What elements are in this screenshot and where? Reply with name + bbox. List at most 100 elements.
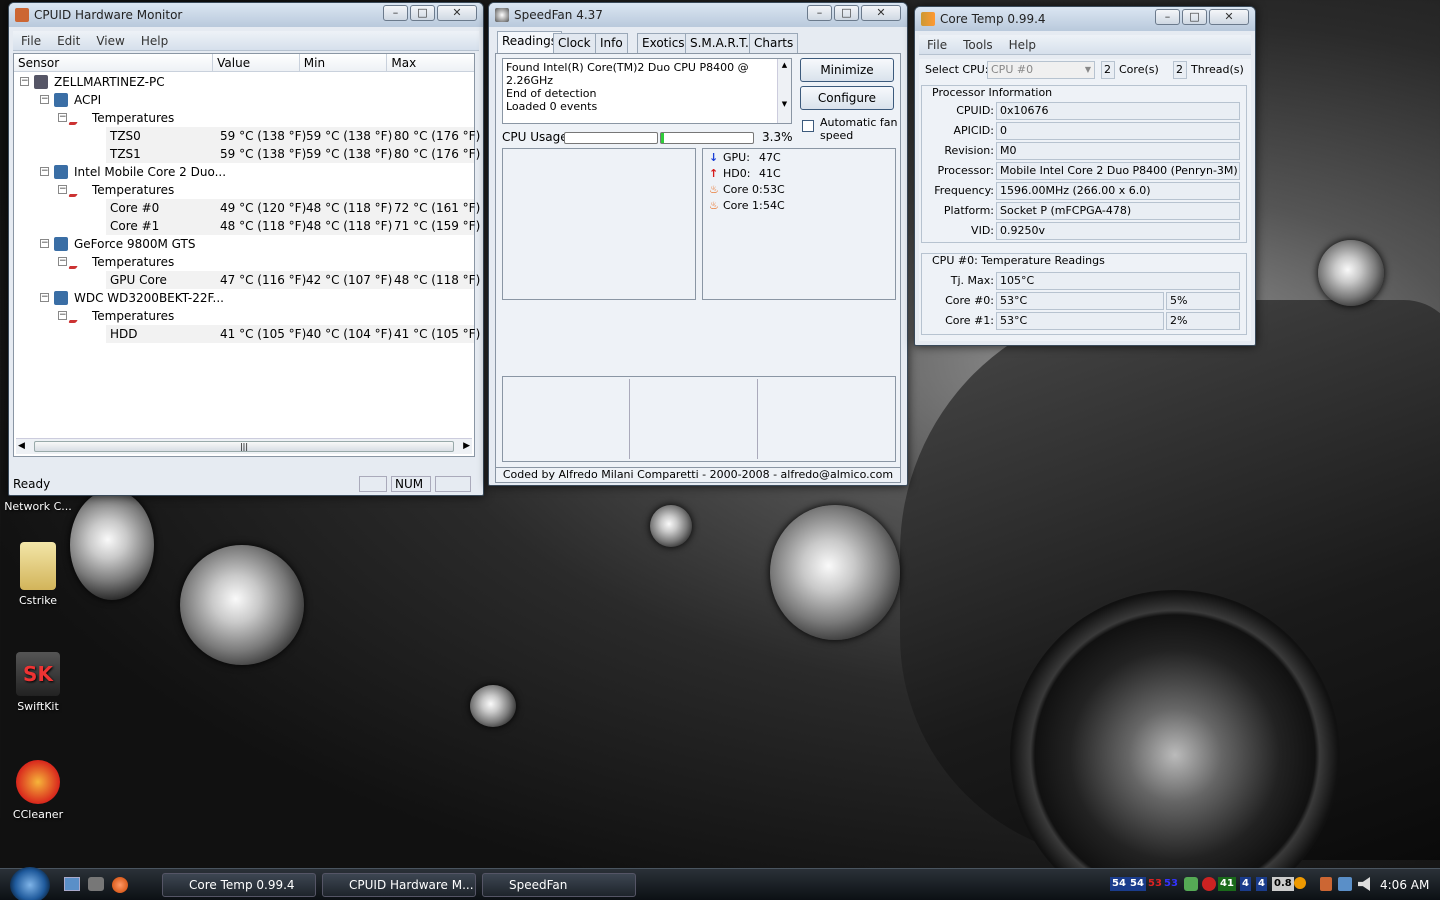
tree-node[interactable]: − WDC WD3200BEKT-22F... xyxy=(14,289,474,307)
taskbar-item-hwmonitor[interactable]: CPUID Hardware M... xyxy=(322,873,476,897)
tray-temp[interactable]: 41 xyxy=(1218,877,1236,891)
hwmonitor-titlebar[interactable]: CPUID Hardware Monitor – □ ✕ xyxy=(9,3,483,27)
wallpaper-foglamp xyxy=(650,505,692,547)
tray-load[interactable]: 0.8 xyxy=(1272,877,1294,891)
column-sensor[interactable]: Sensor xyxy=(14,54,214,71)
menu-tools[interactable]: Tools xyxy=(963,38,993,52)
event-log[interactable]: Found Intel(R) Core(TM)2 Duo CPU P8400 @… xyxy=(502,58,792,124)
ccleaner-icon xyxy=(16,760,60,804)
app-tray-icon[interactable] xyxy=(1320,877,1332,891)
network-tray-icon[interactable] xyxy=(1184,877,1198,891)
steam-icon[interactable] xyxy=(88,877,104,891)
collapse-toggle[interactable]: − xyxy=(40,293,49,302)
taskbar-clock[interactable]: 4:06 AM xyxy=(1380,878,1429,892)
tree-node[interactable]: − ZELLMARTINEZ-PC xyxy=(14,73,474,91)
column-value[interactable]: Value xyxy=(213,54,300,71)
minimize-button[interactable]: – xyxy=(383,5,408,21)
minimize-button[interactable]: – xyxy=(1155,9,1180,25)
auto-fan-label: Automatic fan speed xyxy=(820,116,898,142)
menu-view[interactable]: View xyxy=(96,34,124,48)
cpu-select[interactable]: CPU #0 ▼ xyxy=(987,61,1095,79)
tab-exotics[interactable]: Exotics xyxy=(637,33,690,53)
collapse-toggle[interactable]: − xyxy=(40,167,49,176)
column-max[interactable]: Max xyxy=(387,54,474,71)
maximize-button[interactable]: □ xyxy=(410,5,435,21)
menu-file[interactable]: File xyxy=(21,34,41,48)
taskbar-item-speedfan[interactable]: SpeedFan xyxy=(482,873,636,897)
tab-smart[interactable]: S.M.A.R.T. xyxy=(685,33,754,53)
show-desktop-icon[interactable] xyxy=(64,877,80,891)
tab-clock[interactable]: Clock xyxy=(553,33,596,53)
collapse-toggle[interactable]: − xyxy=(58,257,67,266)
configure-button[interactable]: Configure xyxy=(800,86,894,110)
collapse-toggle[interactable]: − xyxy=(58,311,67,320)
network-tray-icon[interactable] xyxy=(1338,877,1352,891)
minimize-app-button[interactable]: Minimize xyxy=(800,58,894,82)
firefox-icon[interactable] xyxy=(112,877,128,893)
menu-help[interactable]: Help xyxy=(1009,38,1036,52)
menu-help[interactable]: Help xyxy=(141,34,168,48)
sensor-reading-row[interactable]: HDD 41 °C (105 °F) 40 °C (104 °F) 41 °C (10… xyxy=(106,325,480,343)
cpuid-icon xyxy=(15,8,29,22)
sensor-reading-row[interactable]: TZS1 59 °C (138 °F) 59 °C (138 °F) 80 °C (1… xyxy=(106,145,480,163)
scroll-thumb[interactable]: ||| xyxy=(34,441,454,452)
tree-node[interactable]: − ACPI xyxy=(14,91,474,109)
volume-icon[interactable] xyxy=(1358,877,1370,891)
tray-load[interactable]: 4 xyxy=(1256,877,1267,891)
hwmonitor-tray-icon[interactable] xyxy=(1202,877,1216,891)
menu-edit[interactable]: Edit xyxy=(57,34,80,48)
tree-node[interactable]: − Temperatures xyxy=(14,253,474,271)
tab-charts[interactable]: Charts xyxy=(749,33,799,53)
minimize-button[interactable]: – xyxy=(807,5,832,21)
sensor-reading-row[interactable]: Core #0 49 °C (120 °F) 48 °C (118 °F) 72 °C… xyxy=(106,199,480,217)
warning-tray-icon[interactable] xyxy=(1294,877,1306,889)
device-icon xyxy=(54,93,68,107)
close-button[interactable]: ✕ xyxy=(861,5,901,21)
tray-load[interactable]: 4 xyxy=(1240,877,1251,891)
auto-fan-checkbox[interactable] xyxy=(802,120,814,132)
horizontal-scrollbar[interactable]: ◀ ||| ▶ xyxy=(16,438,472,454)
wallpaper-foglamp xyxy=(470,685,516,727)
tab-info[interactable]: Info xyxy=(595,33,628,53)
sensor-tree[interactable]: Sensor Value Min Max − ZELLMARTINEZ-PC − AC… xyxy=(13,53,480,457)
collapse-toggle[interactable]: − xyxy=(58,185,67,194)
desktop-icon-network[interactable]: Network C... xyxy=(0,500,76,513)
sensor-reading-row[interactable]: GPU Core 47 °C (116 °F) 42 °C (107 °F) 48 °… xyxy=(106,271,480,289)
sensor-reading-row[interactable]: TZS0 59 °C (138 °F) 59 °C (138 °F) 80 °C (1… xyxy=(106,127,480,145)
tree-node[interactable]: − Temperatures xyxy=(14,181,474,199)
tree-node[interactable]: − Intel Mobile Core 2 Duo... xyxy=(14,163,474,181)
sensor-label: HDD xyxy=(110,327,138,341)
device-icon xyxy=(54,291,68,305)
close-button[interactable]: ✕ xyxy=(1209,9,1249,25)
desktop-icon-ccleaner[interactable]: CCleaner xyxy=(0,760,76,821)
tray-temp[interactable]: 54 xyxy=(1110,877,1128,891)
desktop-icon-cstrike[interactable]: Cstrike xyxy=(0,542,76,607)
column-min[interactable]: Min xyxy=(300,54,388,71)
maximize-button[interactable]: □ xyxy=(1182,9,1207,25)
collapse-toggle[interactable]: − xyxy=(58,113,67,122)
swiftkit-icon: SK xyxy=(16,652,60,696)
tray-temp[interactable]: 53 xyxy=(1162,877,1180,891)
collapse-toggle[interactable]: − xyxy=(40,239,49,248)
sensor-reading-row[interactable]: Core #1 48 °C (118 °F) 48 °C (118 °F) 71 °C… xyxy=(106,217,480,235)
speedfan-titlebar[interactable]: SpeedFan 4.37 – □ ✕ xyxy=(489,3,907,27)
close-button[interactable]: ✕ xyxy=(437,5,477,21)
scroll-right-arrow[interactable]: ▶ xyxy=(463,441,470,451)
tray-temp[interactable]: 54 xyxy=(1128,877,1146,891)
start-button[interactable] xyxy=(10,867,50,900)
desktop-icon-label: SwiftKit xyxy=(17,700,59,713)
maximize-button[interactable]: □ xyxy=(834,5,859,21)
taskbar-item-coretemp[interactable]: Core Temp 0.99.4 xyxy=(162,873,316,897)
chevron-down-icon: ▼ xyxy=(1084,65,1091,74)
scroll-left-arrow[interactable]: ◀ xyxy=(18,441,25,451)
tree-node[interactable]: − GeForce 9800M GTS xyxy=(14,235,474,253)
sensor-value: 47 °C (116 °F) xyxy=(220,273,307,287)
collapse-toggle[interactable]: − xyxy=(20,77,29,86)
tree-node[interactable]: − Temperatures xyxy=(14,109,474,127)
tree-node[interactable]: − Temperatures xyxy=(14,307,474,325)
menu-file[interactable]: File xyxy=(927,38,947,52)
desktop-icon-swiftkit[interactable]: SK SwiftKit xyxy=(0,652,76,713)
coretemp-titlebar[interactable]: Core Temp 0.99.4 – □ ✕ xyxy=(915,7,1255,31)
log-scrollbar[interactable]: ▲ ▼ xyxy=(777,59,791,123)
collapse-toggle[interactable]: − xyxy=(40,95,49,104)
